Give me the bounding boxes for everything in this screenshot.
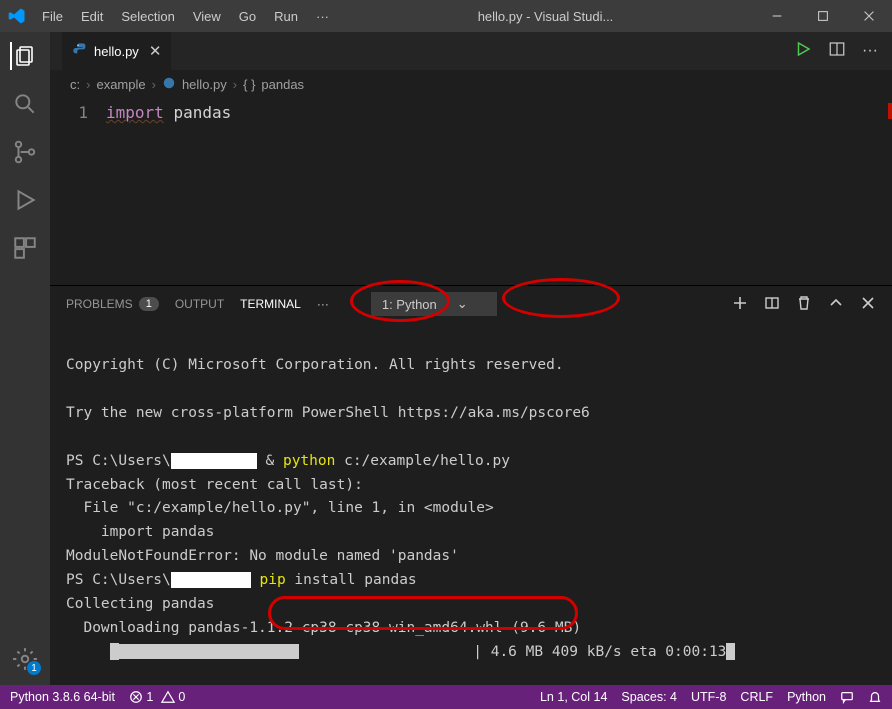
panel-tab-terminal[interactable]: TERMINAL [240, 297, 301, 311]
panel: PROBLEMS 1 OUTPUT TERMINAL ··· 1: Python… [50, 285, 892, 685]
chevron-right-icon: › [86, 77, 90, 92]
problems-count-badge: 1 [139, 297, 159, 311]
breadcrumb[interactable]: c: › example › hello.py › { } pandas [50, 70, 892, 99]
line-gutter: 1 [50, 99, 106, 285]
panel-tabbar: PROBLEMS 1 OUTPUT TERMINAL ··· 1: Python… [50, 286, 892, 322]
close-panel-icon[interactable] [860, 295, 876, 314]
explorer-icon[interactable] [10, 42, 38, 70]
minimap-error-marker [888, 103, 892, 119]
progress-start [110, 643, 119, 660]
panel-tab-more[interactable]: ··· [317, 297, 329, 311]
menu-selection[interactable]: Selection [113, 5, 182, 28]
status-eol[interactable]: CRLF [740, 690, 773, 704]
bell-icon[interactable] [868, 690, 882, 705]
chevron-right-icon: › [233, 77, 237, 92]
braces-icon: { } [243, 77, 255, 92]
redacted-text [171, 453, 257, 469]
window-maximize-button[interactable] [800, 0, 846, 32]
terminal-output[interactable]: Copyright (C) Microsoft Corporation. All… [50, 322, 892, 685]
menu-edit[interactable]: Edit [73, 5, 111, 28]
terminal-cursor [726, 643, 735, 660]
main-area: 1 hello.py ✕ ··· c: [0, 32, 892, 685]
run-file-icon[interactable] [794, 40, 812, 63]
menu-bar: File Edit Selection View Go Run ··· [34, 5, 337, 28]
new-terminal-icon[interactable] [732, 295, 748, 314]
python-file-icon [72, 42, 88, 61]
run-debug-icon[interactable] [11, 186, 39, 214]
search-icon[interactable] [11, 90, 39, 118]
status-spaces[interactable]: Spaces: 4 [621, 690, 677, 704]
window-close-button[interactable] [846, 0, 892, 32]
status-encoding[interactable]: UTF-8 [691, 690, 726, 704]
maximize-panel-icon[interactable] [828, 295, 844, 314]
close-tab-icon[interactable]: ✕ [149, 42, 162, 60]
menu-go[interactable]: Go [231, 5, 264, 28]
menu-run[interactable]: Run [266, 5, 306, 28]
status-interpreter[interactable]: Python 3.8.6 64-bit [10, 690, 115, 704]
breadcrumb-part[interactable]: c: [70, 77, 80, 92]
status-errors[interactable]: 1 0 [129, 690, 185, 705]
menu-more[interactable]: ··· [308, 5, 337, 28]
terminal-selector[interactable]: 1: Python⌄ [371, 292, 497, 316]
breadcrumb-part[interactable]: hello.py [182, 77, 227, 92]
editor-area: hello.py ✕ ··· c: › example › hello.py ›… [50, 32, 892, 685]
status-bar: Python 3.8.6 64-bit 1 0 Ln 1, Col 14 Spa… [0, 685, 892, 709]
panel-tab-problems[interactable]: PROBLEMS 1 [66, 297, 159, 311]
panel-tab-output[interactable]: OUTPUT [175, 297, 224, 311]
redacted-text [171, 572, 251, 588]
menu-file[interactable]: File [34, 5, 71, 28]
breadcrumb-part[interactable]: example [96, 77, 145, 92]
split-editor-icon[interactable] [828, 40, 846, 63]
status-language[interactable]: Python [787, 690, 826, 704]
breadcrumb-part[interactable]: pandas [261, 77, 304, 92]
chevron-right-icon: › [152, 77, 156, 92]
settings-icon[interactable]: 1 [11, 645, 39, 673]
menu-view[interactable]: View [185, 5, 229, 28]
vscode-logo-icon [8, 7, 26, 25]
extensions-icon[interactable] [11, 234, 39, 262]
tab-label: hello.py [94, 44, 139, 59]
window-title: hello.py - Visual Studi... [337, 9, 754, 24]
title-bar: File Edit Selection View Go Run ··· hell… [0, 0, 892, 32]
editor-tabs: hello.py ✕ ··· [50, 32, 892, 70]
settings-badge: 1 [27, 661, 41, 675]
code-editor[interactable]: 1 import pandas [50, 99, 892, 285]
python-file-icon [162, 76, 176, 93]
code-line[interactable]: import pandas [106, 99, 231, 285]
source-control-icon[interactable] [11, 138, 39, 166]
progress-bar [119, 644, 299, 659]
activity-bar: 1 [0, 32, 50, 685]
kill-terminal-icon[interactable] [796, 295, 812, 314]
status-cursor[interactable]: Ln 1, Col 14 [540, 690, 607, 704]
split-terminal-icon[interactable] [764, 295, 780, 314]
window-minimize-button[interactable] [754, 0, 800, 32]
more-actions-icon[interactable]: ··· [862, 42, 878, 60]
feedback-icon[interactable] [840, 690, 854, 705]
chevron-down-icon: ⌄ [437, 296, 468, 312]
editor-tab-hello[interactable]: hello.py ✕ [62, 32, 172, 70]
